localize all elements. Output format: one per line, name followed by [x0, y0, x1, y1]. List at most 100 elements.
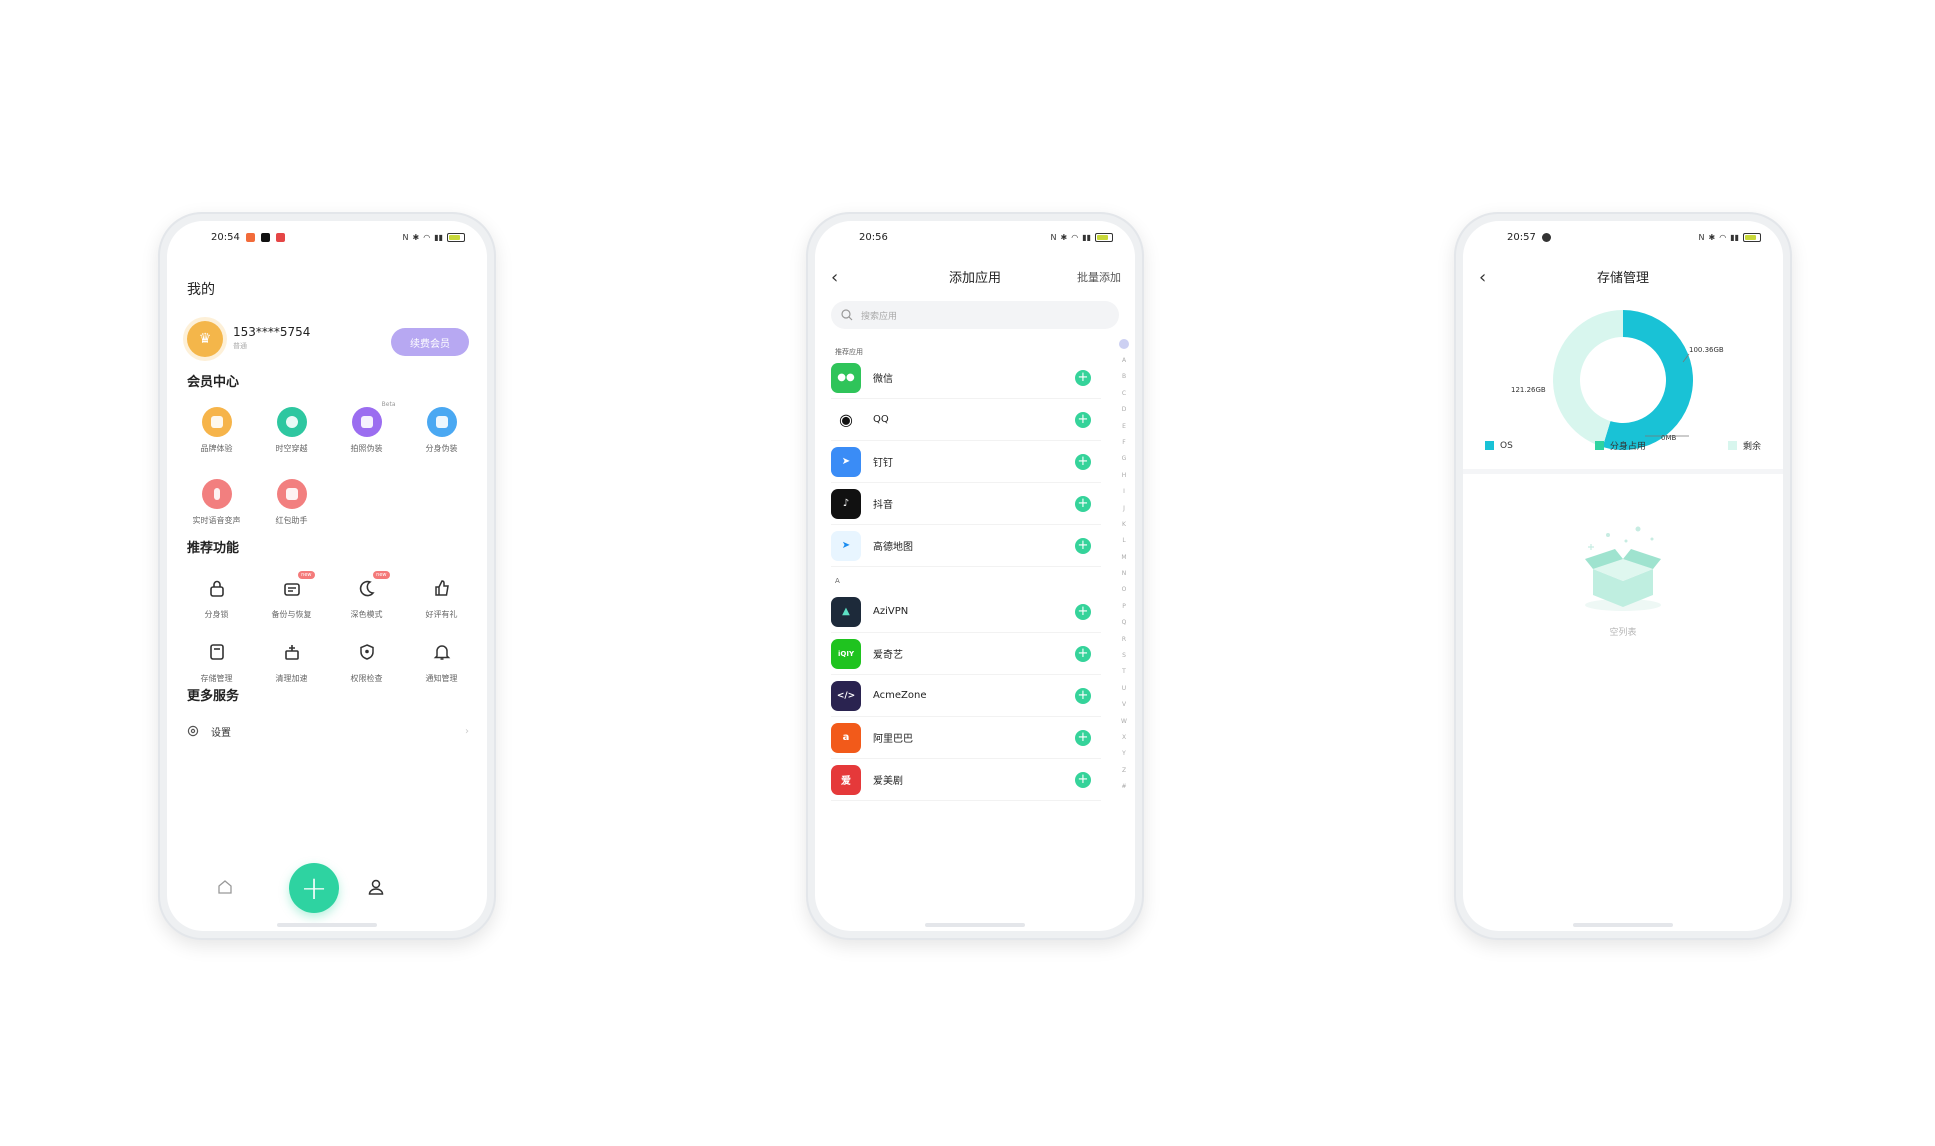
add-app-button[interactable]: +	[1075, 603, 1091, 620]
index-letter[interactable]: A	[1122, 353, 1126, 369]
index-letter[interactable]: U	[1122, 681, 1126, 697]
app-row-wechat[interactable]: ●● 微信 +	[831, 357, 1101, 399]
index-letter[interactable]: M	[1121, 550, 1126, 566]
add-app-button[interactable]: +	[1075, 495, 1091, 512]
index-letter[interactable]: #	[1121, 779, 1126, 795]
add-app-button[interactable]: +	[1075, 453, 1091, 470]
index-letter[interactable]: B	[1122, 369, 1126, 385]
settings-label: 设置	[211, 727, 231, 739]
app-name: 抖音	[873, 500, 893, 511]
status-time: 20:57	[1507, 231, 1536, 243]
member-item-red-packet[interactable]: 红包助手	[254, 479, 329, 551]
feature-backup-restore[interactable]: new 备份与恢复	[254, 571, 329, 637]
profile-tab-icon[interactable]	[367, 878, 385, 900]
feature-notification-management[interactable]: 通知管理	[404, 637, 479, 701]
alphabet-index[interactable]: A B C D E F G H I J K L M N O P Q R S T …	[1119, 339, 1129, 796]
app-name: 爱美剧	[873, 776, 903, 787]
index-star-icon[interactable]	[1119, 339, 1129, 349]
nfc-icon: N	[402, 232, 409, 242]
index-letter[interactable]: L	[1122, 533, 1125, 549]
add-app-button[interactable]: +	[1075, 411, 1091, 428]
bluetooth-icon: ✱	[1060, 232, 1068, 242]
index-letter[interactable]: D	[1122, 402, 1127, 418]
add-app-button[interactable]: +	[1075, 537, 1091, 554]
index-letter[interactable]: J	[1123, 501, 1125, 517]
settings-row[interactable]: 设置 ›	[187, 719, 469, 743]
index-letter[interactable]: G	[1122, 451, 1127, 467]
new-badge: new	[373, 571, 390, 579]
back-arrow-icon[interactable]: ‹	[1479, 267, 1486, 288]
add-fab-button[interactable]: +	[289, 863, 339, 913]
app-row-qq[interactable]: ◉ QQ +	[831, 399, 1101, 441]
search-input[interactable]: 搜索应用	[831, 301, 1119, 329]
index-letter[interactable]: O	[1122, 582, 1127, 598]
feature-clean-speedup[interactable]: 清理加速	[254, 637, 329, 701]
index-letter[interactable]: K	[1122, 517, 1126, 533]
app-row-douyin[interactable]: ♪ 抖音 +	[831, 483, 1101, 525]
index-letter[interactable]: I	[1123, 484, 1125, 500]
app-row-aimeiju[interactable]: 爱 爱美剧 +	[831, 759, 1101, 801]
feature-clone-lock[interactable]: 分身锁	[179, 573, 254, 637]
index-letter[interactable]: S	[1122, 648, 1126, 664]
member-item-brand-experience[interactable]: 品牌体验	[179, 407, 254, 479]
app-row-dingtalk[interactable]: ➤ 钉钉 +	[831, 441, 1101, 483]
feature-label: 分身锁	[204, 610, 229, 619]
member-item-photo-disguise[interactable]: Beta 拍照伪装	[329, 401, 404, 479]
feature-dark-mode[interactable]: new 深色模式	[329, 571, 404, 637]
feature-label: 存储管理	[200, 674, 233, 683]
home-indicator	[1573, 923, 1673, 927]
recommended-title: 推荐功能	[187, 541, 240, 556]
legend-swatch	[1594, 441, 1604, 450]
wifi-icon: ◠	[1719, 232, 1727, 242]
feature-review-reward[interactable]: 好评有礼	[404, 573, 479, 637]
add-app-button[interactable]: +	[1075, 687, 1091, 704]
index-letter[interactable]: X	[1122, 730, 1126, 746]
app-row-iqiyi[interactable]: iQIY 爱奇艺 +	[831, 633, 1101, 675]
douyin-icon: ♪	[831, 488, 861, 519]
index-letter[interactable]: E	[1122, 419, 1126, 435]
renew-vip-button[interactable]: 续费会员	[391, 328, 469, 356]
index-letter[interactable]: V	[1122, 697, 1126, 713]
nav-title: 存储管理	[1596, 270, 1649, 286]
app-row-alibaba[interactable]: a 阿里巴巴 +	[831, 717, 1101, 759]
index-letter[interactable]: F	[1122, 435, 1125, 451]
index-letter[interactable]: P	[1122, 599, 1126, 615]
index-letter[interactable]: Z	[1122, 763, 1126, 779]
user-phone: 153****5754	[233, 325, 311, 339]
index-letter[interactable]: T	[1122, 664, 1126, 680]
app-row-amap[interactable]: ➤ 高德地图 +	[831, 525, 1101, 567]
app-notification-icon	[275, 232, 285, 242]
notification-icon	[245, 232, 255, 242]
avatar[interactable]: ♛	[187, 321, 223, 357]
add-app-button[interactable]: +	[1075, 771, 1091, 788]
thumbs-up-icon	[427, 573, 457, 603]
microphone-icon	[201, 479, 232, 509]
index-letter[interactable]: Y	[1122, 746, 1126, 762]
index-letter[interactable]: Q	[1122, 615, 1127, 631]
home-tab-icon[interactable]	[217, 879, 233, 899]
index-letter[interactable]: C	[1122, 386, 1126, 402]
empty-box-illustration	[1585, 526, 1661, 611]
acmezone-icon: </>	[831, 680, 861, 711]
status-bar: 20:54 N ✱ ◠ ▮▮	[167, 221, 487, 253]
member-item-time-travel[interactable]: 时空穿越	[254, 407, 329, 479]
index-letter[interactable]: H	[1122, 468, 1127, 484]
add-app-button[interactable]: +	[1075, 729, 1091, 746]
member-item-clone-disguise[interactable]: 分身伪装	[404, 407, 479, 479]
donut-value-label: 121.26GB	[1511, 386, 1546, 394]
feature-permission-check[interactable]: 权限检查	[329, 637, 404, 701]
add-app-button[interactable]: +	[1075, 645, 1091, 662]
back-arrow-icon[interactable]: ‹	[831, 267, 838, 288]
camera-icon: Beta	[351, 401, 396, 437]
add-app-button[interactable]: +	[1075, 369, 1091, 386]
index-letter[interactable]: W	[1121, 714, 1127, 730]
legend-item-clone: 分身占用	[1594, 439, 1646, 452]
index-letter[interactable]: R	[1122, 632, 1126, 648]
index-letter[interactable]: N	[1122, 566, 1127, 582]
app-name: 钉钉	[873, 458, 893, 469]
batch-add-button[interactable]: 批量添加	[1077, 269, 1121, 285]
bluetooth-icon: ✱	[412, 232, 420, 242]
app-row-acmezone[interactable]: </> AcmeZone +	[831, 675, 1101, 717]
app-row-azivpn[interactable]: ▲ AziVPN +	[831, 591, 1101, 633]
backup-icon: new	[277, 571, 315, 603]
